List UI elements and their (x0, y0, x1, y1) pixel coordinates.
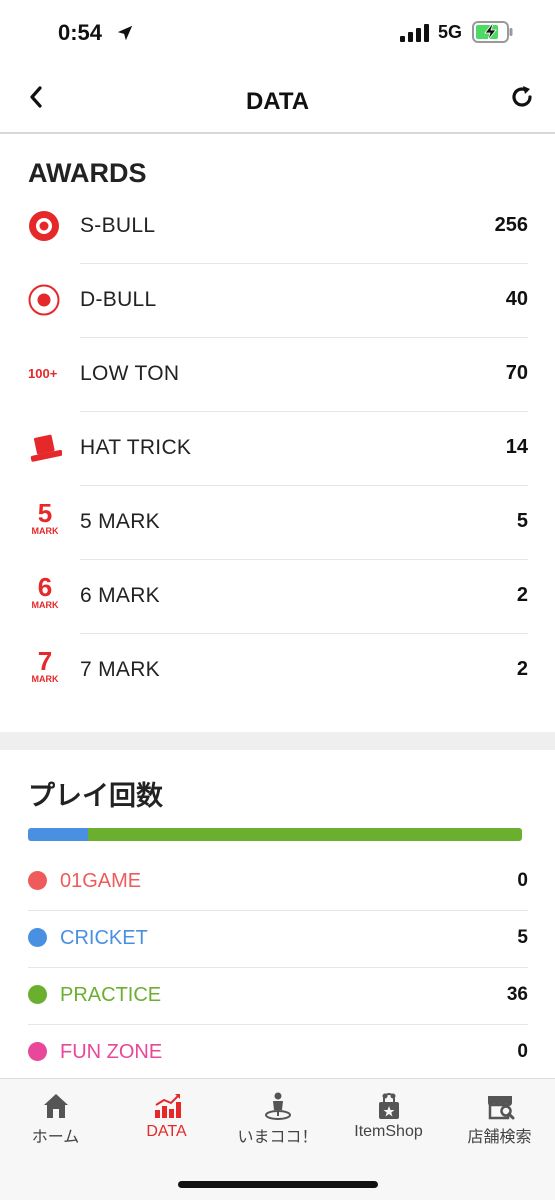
award-label: 5 MARK (80, 510, 160, 533)
award-row-low-ton: 100+ LOW TON 70 (28, 338, 528, 412)
mark-number: 5 (37, 498, 53, 528)
award-row-5-mark: 5 MARK 5 MARK 5 (28, 486, 528, 560)
bar-segment-practice (88, 828, 522, 841)
battery-charging-icon (472, 21, 513, 43)
six-mark-icon: 6 MARK (28, 574, 62, 614)
section-separator (0, 732, 555, 750)
tab-label: DATA (146, 1123, 187, 1140)
location-arrow-icon (117, 25, 133, 41)
status-bar: 0:54 5G (0, 0, 555, 64)
award-row-s-bull: S-BULL 256 (28, 190, 528, 264)
award-label: HAT TRICK (80, 436, 192, 459)
tab-label: ItemShop (354, 1123, 423, 1140)
play-row-01game: 01GAME 0 (28, 854, 528, 911)
location-person-icon (264, 1092, 291, 1120)
award-label: 6 MARK (80, 584, 160, 607)
play-value: 0 (517, 1041, 528, 1062)
home-icon (43, 1094, 68, 1118)
play-label: 01GAME (60, 870, 142, 892)
legend-dot (28, 871, 47, 890)
mark-text: MARK (31, 674, 59, 684)
legend-dot (28, 985, 47, 1004)
legend-dot (28, 1042, 47, 1061)
hat-trick-icon (30, 434, 62, 462)
award-label: S-BULL (80, 214, 156, 237)
play-label: FUN ZONE (60, 1041, 163, 1063)
tab-label: ホーム (31, 1129, 80, 1146)
award-value: 2 (516, 584, 528, 606)
play-label: PRACTICE (60, 984, 162, 1006)
bar-segment-cricket (28, 828, 89, 841)
award-value: 40 (505, 288, 528, 310)
tab-data[interactable]: DATA (111, 1091, 222, 1151)
award-row-d-bull: D-BULL 40 (28, 264, 528, 338)
award-label: 7 MARK (80, 658, 160, 681)
play-value: 5 (517, 927, 528, 948)
page-title: DATA (245, 88, 310, 115)
chart-icon (154, 1094, 181, 1118)
refresh-icon[interactable] (509, 84, 535, 110)
play-count-bar (28, 828, 522, 841)
play-count-title: プレイ回数 (28, 781, 163, 811)
award-label: LOW TON (80, 362, 180, 385)
awards-title: AWARDS (28, 158, 147, 188)
award-value: 2 (516, 658, 528, 680)
low-ton-icon: 100+ (28, 366, 58, 381)
d-bull-icon (28, 284, 60, 316)
tab-ima-koko[interactable]: いまココ！ (222, 1091, 333, 1151)
s-bull-icon (29, 211, 59, 241)
play-row-fun-zone: FUN ZONE 0 (28, 1025, 528, 1082)
tab-label: いまココ！ (237, 1129, 318, 1146)
home-indicator (178, 1181, 378, 1188)
mark-text: MARK (31, 600, 59, 610)
tab-label: 店舗検索 (467, 1129, 532, 1146)
seven-mark-icon: 7 MARK (28, 648, 62, 688)
award-row-hat-trick: HAT TRICK 14 (28, 412, 528, 486)
mark-text: MARK (31, 526, 59, 536)
network-type: 5G (438, 22, 463, 42)
signal-icon (400, 24, 429, 42)
play-value: 0 (517, 870, 528, 891)
legend-dot (28, 928, 47, 947)
status-time: 0:54 (58, 20, 103, 45)
play-label: CRICKET (60, 927, 148, 949)
tab-itemshop[interactable]: ItemShop (333, 1091, 444, 1151)
nav-header: DATA (0, 64, 555, 134)
five-mark-icon: 5 MARK (28, 500, 62, 540)
award-value: 256 (494, 214, 528, 236)
play-row-practice: PRACTICE 36 (28, 968, 528, 1025)
mark-number: 6 (37, 572, 53, 602)
award-value: 70 (505, 362, 528, 384)
award-row-7-mark: 7 MARK 7 MARK 2 (28, 634, 529, 708)
award-value: 5 (516, 510, 528, 532)
tab-home[interactable]: ホーム (0, 1091, 111, 1151)
mark-number: 7 (37, 646, 53, 676)
store-search-icon (487, 1096, 514, 1120)
award-label: D-BULL (80, 288, 157, 311)
tab-store-search[interactable]: 店舗検索 (444, 1091, 555, 1151)
award-row-6-mark: 6 MARK 6 MARK 2 (28, 560, 528, 634)
play-value: 36 (506, 984, 528, 1005)
play-row-cricket: CRICKET 5 (28, 911, 528, 968)
shop-bag-icon (378, 1093, 399, 1119)
award-value: 14 (505, 436, 528, 458)
